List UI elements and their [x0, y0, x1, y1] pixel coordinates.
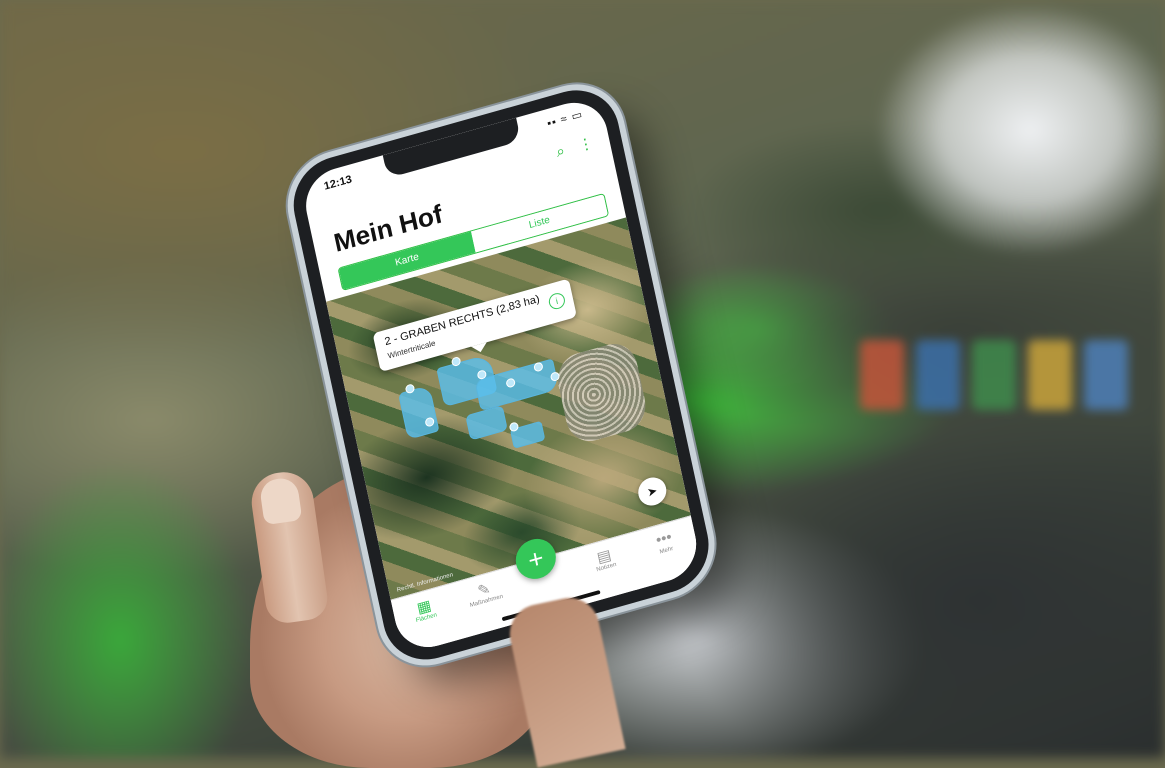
status-time: 12:13 [322, 173, 353, 193]
village-area [553, 338, 651, 447]
tractor-dashboard-buttons [860, 320, 1160, 480]
tab-flaechen[interactable]: ▦ Flächen [398, 591, 452, 628]
header-actions: ⌕ ⋮ [545, 133, 595, 163]
more-vertical-icon[interactable]: ⋮ [577, 133, 595, 154]
field-polygon[interactable] [398, 384, 440, 440]
tab-massnahmen[interactable]: ✎ Maßnahmen [458, 574, 512, 611]
tab-notizen[interactable]: ▤ Notizen [578, 541, 632, 578]
search-icon[interactable]: ⌕ [555, 142, 567, 161]
thumbnail [258, 476, 303, 526]
info-icon[interactable]: i [547, 291, 567, 311]
callout-title: 2 - GRABEN RECHTS (2,83 ha) [383, 293, 541, 349]
field-polygon[interactable] [465, 405, 508, 441]
navigation-arrow-icon[interactable]: ➤ [635, 474, 669, 509]
tab-mehr[interactable]: ••• Mehr [638, 524, 692, 561]
status-icons: ▪▪ ≈ ▭ [546, 108, 585, 131]
